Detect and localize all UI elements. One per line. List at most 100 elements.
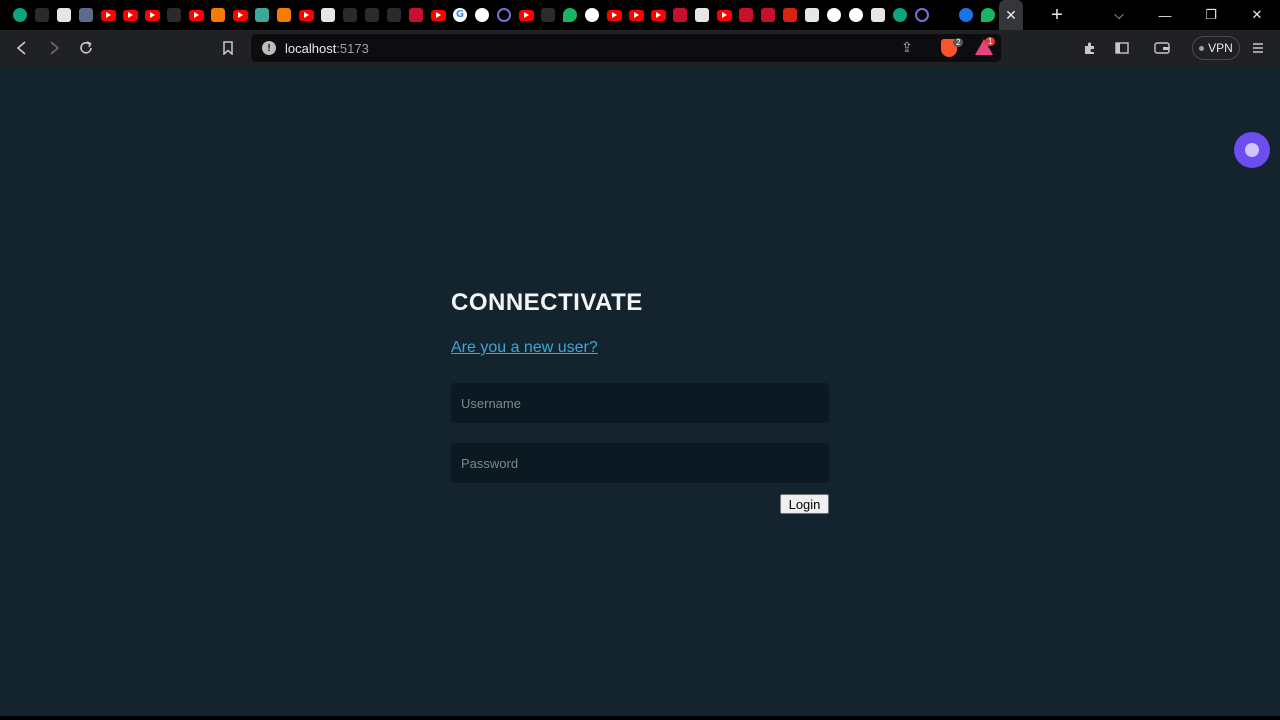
restore-icon[interactable]: ❐ — [1188, 7, 1234, 23]
pdf-icon — [783, 8, 797, 22]
password-input[interactable] — [451, 443, 829, 483]
minimize-icon[interactable]: — — [1142, 8, 1188, 23]
tab[interactable] — [9, 0, 31, 30]
youtube-icon — [232, 9, 248, 21]
tab[interactable] — [603, 0, 625, 30]
tab[interactable] — [361, 0, 383, 30]
tab[interactable] — [977, 0, 999, 30]
bookmark-icon[interactable] — [216, 36, 240, 60]
window-bottom-border — [0, 716, 1280, 720]
tab-strip: G ✕ + ⌵ — ❐ ✕ — [0, 0, 1280, 30]
tab[interactable] — [779, 0, 801, 30]
tab-list: G ✕ — [0, 0, 1023, 30]
youtube-icon — [298, 9, 314, 21]
tab[interactable] — [757, 0, 779, 30]
username-input[interactable] — [451, 383, 829, 423]
rewards-count-badge: 1 — [985, 37, 996, 46]
wallet-icon[interactable] — [1150, 36, 1174, 60]
tab[interactable] — [537, 0, 559, 30]
tab[interactable] — [933, 0, 955, 30]
back-icon[interactable] — [10, 36, 34, 60]
sidebar-icon[interactable] — [1110, 36, 1134, 60]
app-title: CONNECTIVATE — [451, 289, 643, 316]
browser-toolbar: ! localhost:5173 ⇪ 2 1 VPN — [0, 30, 1280, 67]
address-bar[interactable]: ! localhost:5173 ⇪ 2 1 — [251, 34, 1001, 62]
blogger-icon — [211, 8, 225, 22]
news-icon — [739, 8, 753, 22]
tab[interactable] — [141, 0, 163, 30]
tab[interactable] — [801, 0, 823, 30]
new-tab-button[interactable]: + — [1045, 4, 1069, 27]
tab[interactable] — [735, 0, 757, 30]
site-info-icon[interactable]: ! — [262, 41, 276, 55]
circle-icon — [387, 8, 401, 22]
tab[interactable] — [647, 0, 669, 30]
youtube-icon — [144, 9, 160, 21]
menu-icon[interactable] — [1246, 36, 1270, 60]
close-window-icon[interactable]: ✕ — [1234, 7, 1280, 23]
share-icon[interactable]: ⇪ — [901, 39, 913, 56]
signup-link[interactable]: Are you a new user? — [451, 339, 598, 357]
tab[interactable] — [75, 0, 97, 30]
vpn-status-dot — [1199, 45, 1205, 51]
tab[interactable] — [207, 0, 229, 30]
vpn-label: VPN — [1208, 41, 1233, 55]
vpn-button[interactable]: VPN — [1192, 36, 1240, 60]
tab[interactable] — [713, 0, 735, 30]
tab[interactable] — [383, 0, 405, 30]
tab[interactable]: G — [449, 0, 471, 30]
tab[interactable] — [823, 0, 845, 30]
login-button[interactable]: Login — [780, 494, 829, 514]
tab[interactable] — [911, 0, 933, 30]
tab[interactable] — [339, 0, 361, 30]
tab[interactable] — [581, 0, 603, 30]
tab[interactable] — [405, 0, 427, 30]
page-content: CONNECTIVATE Are you a new user? Login — [0, 67, 1280, 720]
youtube-icon — [188, 9, 204, 21]
forward-icon[interactable] — [42, 36, 66, 60]
tab[interactable] — [273, 0, 295, 30]
youtube-icon — [100, 9, 116, 21]
x-icon — [57, 8, 71, 22]
close-icon[interactable]: ✕ — [1005, 7, 1017, 24]
tab[interactable] — [471, 0, 493, 30]
leaf-icon — [981, 8, 995, 22]
tab[interactable] — [53, 0, 75, 30]
tab[interactable] — [317, 0, 339, 30]
tab[interactable] — [955, 0, 977, 30]
medium-icon — [343, 8, 357, 22]
dots-icon — [365, 8, 379, 22]
tab-search-icon[interactable]: ⌵ — [1096, 7, 1142, 23]
n-icon — [761, 8, 775, 22]
tab[interactable] — [625, 0, 647, 30]
tab[interactable] — [185, 0, 207, 30]
tab[interactable] — [31, 0, 53, 30]
url-port: :5173 — [336, 41, 369, 56]
extensions-icon[interactable] — [1078, 36, 1102, 60]
cloud-icon — [497, 8, 511, 22]
openai-icon — [827, 8, 841, 22]
tab[interactable] — [559, 0, 581, 30]
tab[interactable] — [845, 0, 867, 30]
tab[interactable] — [889, 0, 911, 30]
url-text[interactable]: localhost:5173 — [285, 41, 369, 56]
tab[interactable] — [163, 0, 185, 30]
reload-icon[interactable] — [74, 36, 98, 60]
tab[interactable] — [691, 0, 713, 30]
power-icon — [915, 8, 929, 22]
tab[interactable] — [427, 0, 449, 30]
tab[interactable] — [251, 0, 273, 30]
tab[interactable] — [867, 0, 889, 30]
tab[interactable] — [493, 0, 515, 30]
tab[interactable] — [119, 0, 141, 30]
tab[interactable] — [669, 0, 691, 30]
assistant-orb-icon[interactable] — [1234, 132, 1270, 168]
tab[interactable] — [515, 0, 537, 30]
tab[interactable] — [97, 0, 119, 30]
tab[interactable] — [295, 0, 317, 30]
youtube-icon — [650, 9, 666, 21]
google-icon: G — [453, 8, 467, 22]
active-tab[interactable]: ✕ — [999, 0, 1023, 30]
tab[interactable] — [229, 0, 251, 30]
github-icon — [475, 8, 489, 22]
